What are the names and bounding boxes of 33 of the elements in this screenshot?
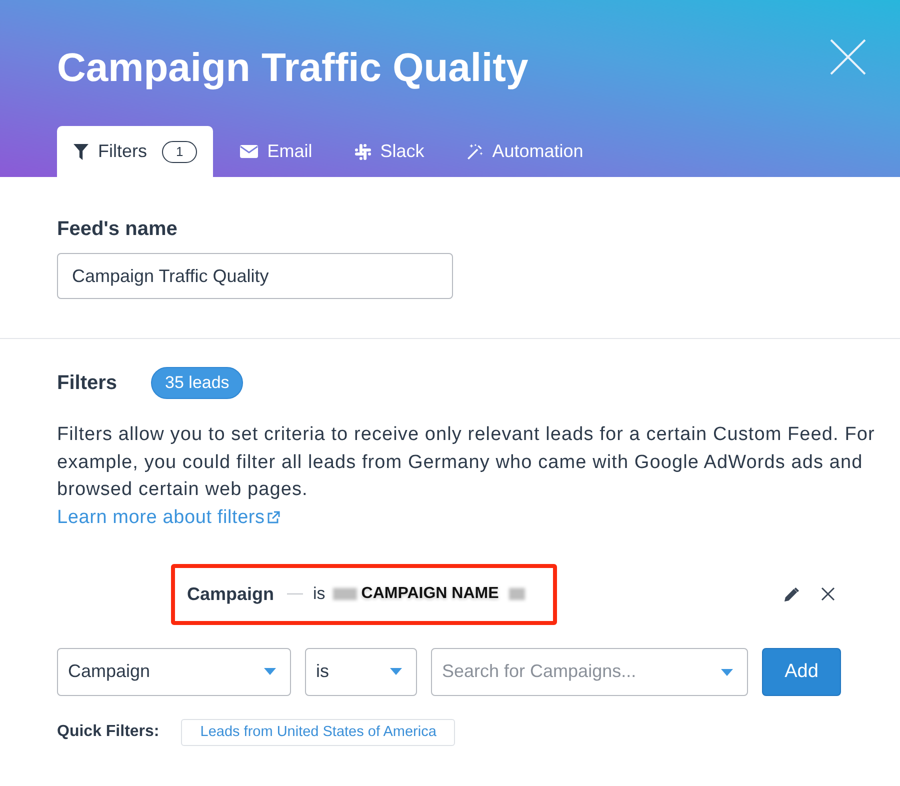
pencil-icon[interactable] bbox=[784, 586, 799, 602]
add-button[interactable]: Add bbox=[762, 648, 841, 696]
learn-more-link[interactable]: Learn more about filters bbox=[57, 504, 280, 530]
filter-operator: is bbox=[313, 584, 326, 604]
description-text: Filters allow you to set criteria to receive only relevant leads for a certain Custom Feed. For example, you could filter all leads from Germany who came with Google AdWords ads and browsed certain web pages. bbox=[57, 423, 876, 502]
caret-icon bbox=[264, 668, 276, 675]
filter-field: Campaign bbox=[187, 584, 274, 604]
hash-icon bbox=[355, 144, 372, 160]
magic-wand-icon bbox=[467, 144, 484, 160]
separator: — bbox=[287, 585, 304, 603]
lead-count-badge: 35 leads bbox=[151, 367, 244, 399]
dialog-title: Campaign Traffic Quality bbox=[57, 45, 528, 92]
envelope-icon bbox=[240, 145, 258, 158]
funnel-icon bbox=[73, 144, 89, 160]
operator-dropdown[interactable]: is bbox=[305, 648, 417, 696]
caret-icon bbox=[390, 668, 402, 675]
external-link-icon bbox=[266, 510, 280, 524]
filter-value: CAMPAIGN NAME bbox=[361, 585, 499, 603]
quick-filter-chip[interactable]: Leads from United States of America bbox=[181, 718, 456, 746]
count-badge: 1 bbox=[162, 140, 198, 162]
caret-icon bbox=[721, 668, 733, 676]
field-label: Feed's name bbox=[57, 217, 178, 241]
tab[interactable]: Slack bbox=[339, 126, 440, 177]
remove-icon[interactable] bbox=[821, 587, 835, 601]
tab[interactable]: Email bbox=[224, 126, 328, 177]
section-heading: Filters bbox=[57, 371, 118, 395]
blurred-redaction bbox=[508, 588, 525, 600]
campaign-search-field[interactable]: Search for Campaigns... bbox=[431, 648, 748, 696]
feed-name-field[interactable]: Campaign Traffic Quality bbox=[57, 253, 453, 299]
tab[interactable]: Filters 1 bbox=[57, 126, 214, 177]
field-dropdown[interactable]: Campaign bbox=[57, 648, 291, 696]
tab[interactable]: Automation bbox=[451, 126, 600, 177]
quick-filters-label: Quick Filters: bbox=[57, 723, 160, 741]
